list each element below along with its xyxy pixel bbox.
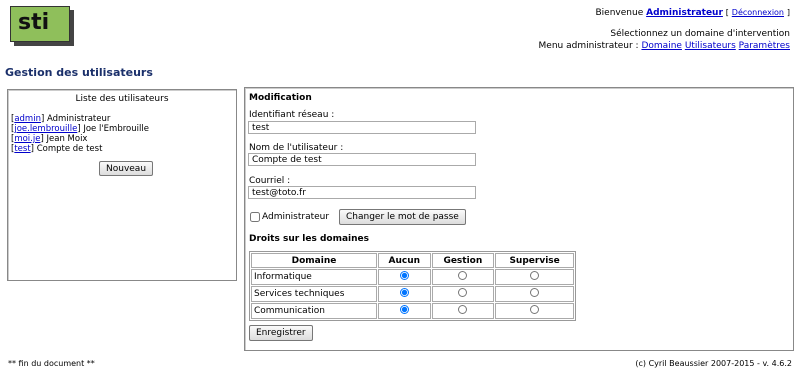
admin-checkbox-label: Administrateur <box>262 212 330 222</box>
cell-supervise <box>495 286 574 302</box>
logout-link[interactable]: Déconnexion <box>732 8 784 17</box>
edit-user-panel: Modification Identifiant réseau : Nom de… <box>244 87 794 351</box>
col-header-aucun: Aucun <box>378 253 431 268</box>
col-header-domaine: Domaine <box>251 253 377 268</box>
users-panel-title: Liste des utilisateurs <box>75 94 169 104</box>
user-link-joe[interactable]: joe.lembrouille <box>14 124 77 134</box>
admin-checkbox[interactable] <box>250 212 260 222</box>
list-item: [test] Compte de test <box>11 144 103 154</box>
radio-gestion[interactable] <box>458 288 468 297</box>
email-input[interactable] <box>248 186 476 199</box>
domain-rights-table: Domaine Aucun Gestion Supervise Informat… <box>249 251 576 321</box>
radio-aucun[interactable] <box>399 271 409 280</box>
cell-aucun <box>378 269 431 285</box>
radio-aucun[interactable] <box>399 305 409 314</box>
col-header-gestion: Gestion <box>431 253 495 268</box>
radio-gestion[interactable] <box>458 271 468 280</box>
list-item: [moi.je] Jean Moix <box>11 134 88 144</box>
cell-gestion <box>431 303 495 319</box>
list-item: [admin] Administrateur <box>11 114 111 124</box>
user-name: Jean Moix <box>46 134 88 144</box>
cell-aucun <box>378 286 431 302</box>
login-label: Identifiant réseau : <box>249 110 335 120</box>
radio-supervise[interactable] <box>530 288 540 297</box>
footer-end-text: ** fin du document ** <box>8 359 95 368</box>
user-link-test[interactable]: test <box>14 144 30 154</box>
users-panel: Liste des utilisateurs [admin] Administr… <box>7 89 237 281</box>
email-label: Courriel : <box>249 176 291 186</box>
save-button[interactable]: Enregistrer <box>249 325 313 341</box>
admin-menu-label: Menu administrateur : <box>538 41 639 51</box>
domain-name: Communication <box>251 303 377 319</box>
welcome-text: Bienvenue <box>595 8 644 18</box>
user-name: Administrateur <box>47 114 111 124</box>
current-user-link[interactable]: Administrateur <box>646 8 723 18</box>
radio-supervise[interactable] <box>530 271 540 280</box>
name-label: Nom de l'utilisateur : <box>249 143 344 153</box>
user-name: Compte de test <box>36 144 103 154</box>
table-row: Informatique <box>251 269 574 285</box>
footer-copyright: (c) Cyril Beaussier 2007-2015 - v. 4.6.2 <box>635 359 792 368</box>
admin-checkbox-wrapper[interactable]: Administrateur <box>250 212 329 222</box>
admin-menu: Menu administrateur : Domaine Utilisateu… <box>539 40 790 52</box>
radio-aucun[interactable] <box>399 288 409 297</box>
user-name: Joe l'Embrouille <box>83 124 149 134</box>
list-item: [joe.lembrouille] Joe l'Embrouille <box>11 124 149 134</box>
menu-parametres-link[interactable]: Paramètres <box>739 41 790 51</box>
header-user-area: Bienvenue Administrateur [ Déconnexion ]… <box>539 7 790 52</box>
page-title: Gestion des utilisateurs <box>5 66 153 79</box>
cell-supervise <box>495 303 574 319</box>
cell-aucun <box>378 303 431 319</box>
cell-gestion <box>431 286 495 302</box>
change-password-button[interactable]: Changer le mot de passe <box>339 209 466 225</box>
rights-title: Droits sur les domaines <box>249 234 370 244</box>
logout-bracket-open: [ <box>725 8 729 17</box>
domain-name: Services techniques <box>251 286 377 302</box>
user-list: [admin] Administrateur [joe.lembrouille]… <box>11 114 236 154</box>
radio-supervise[interactable] <box>530 305 540 314</box>
user-link-admin[interactable]: admin <box>14 114 41 124</box>
menu-domaine-link[interactable]: Domaine <box>641 41 681 51</box>
select-domain-text: Sélectionnez un domaine d'intervention <box>610 29 790 39</box>
radio-gestion[interactable] <box>458 305 468 314</box>
new-user-button[interactable]: Nouveau <box>99 161 154 176</box>
table-row: Services techniques <box>251 286 574 302</box>
table-row: Communication <box>251 303 574 319</box>
logo-text: sti <box>18 10 50 35</box>
domain-name: Informatique <box>251 269 377 285</box>
login-input[interactable] <box>248 121 476 134</box>
table-header-row: Domaine Aucun Gestion Supervise <box>251 253 574 268</box>
logout-bracket-close: ] <box>786 8 790 17</box>
user-link-moi[interactable]: moi.je <box>14 134 40 144</box>
welcome-line: Bienvenue Administrateur [ Déconnexion ] <box>539 7 791 19</box>
edit-panel-title: Modification <box>249 93 312 103</box>
name-input[interactable] <box>248 153 476 166</box>
cell-supervise <box>495 269 574 285</box>
col-header-supervise: Supervise <box>495 253 574 268</box>
app-logo: sti <box>10 6 70 42</box>
cell-gestion <box>431 269 495 285</box>
menu-utilisateurs-link[interactable]: Utilisateurs <box>685 41 736 51</box>
